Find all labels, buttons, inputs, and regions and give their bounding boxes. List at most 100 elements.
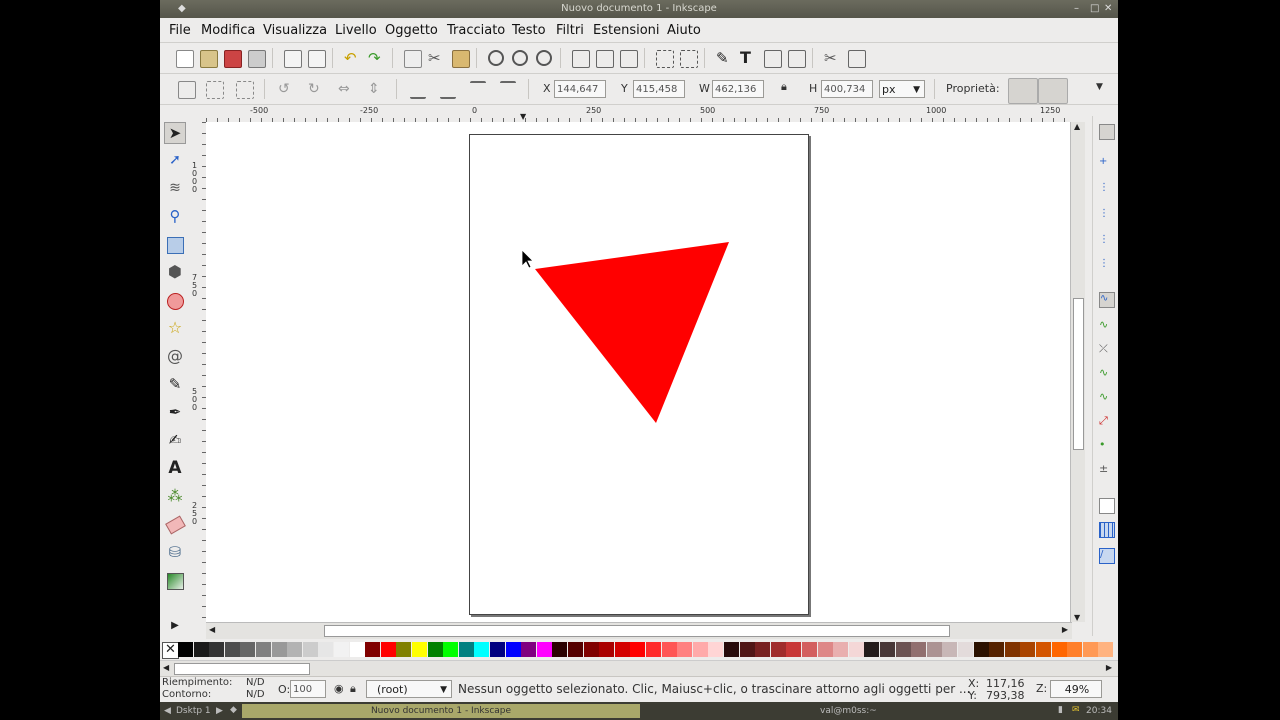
horizontal-scrollbar[interactable]: ◀ ▶ [206,622,1072,639]
color-swatch[interactable] [895,642,911,657]
snap-smooth-nodes-icon[interactable]: ∿ [1099,390,1113,404]
scroll-down-icon[interactable]: ▼ [1074,613,1080,622]
snap-grids-icon[interactable] [1099,522,1115,538]
select-all-icon[interactable] [178,81,196,99]
new-document-icon[interactable] [176,50,194,68]
horizontal-scroll-thumb[interactable] [324,625,950,637]
color-swatch[interactable] [802,642,817,657]
opacity-field[interactable]: 100 [290,680,326,698]
snap-cusp-nodes-icon[interactable]: ∿ [1099,366,1113,380]
palette-scroll-right-icon[interactable]: ▶ [1106,663,1112,672]
color-swatch[interactable] [193,642,209,657]
unit-select[interactable]: px ▼ [879,80,925,98]
color-swatch[interactable] [583,642,599,657]
color-swatch[interactable] [474,642,490,657]
text-tool-icon[interactable]: A [164,458,186,480]
color-swatch[interactable] [287,642,303,657]
palette-scrollbar[interactable]: ◀ ▶ [160,660,1118,677]
raise-to-top-icon[interactable] [500,81,516,99]
star-tool-icon[interactable]: ☆ [164,318,186,340]
color-swatch[interactable] [271,642,287,657]
color-swatch[interactable] [973,642,989,657]
maximize-icon[interactable]: □ [1090,0,1099,17]
color-swatch[interactable] [349,642,365,657]
color-swatch[interactable] [911,642,927,657]
drawing-canvas[interactable] [206,122,1070,622]
flip-horizontal-icon[interactable]: ⇔ [338,81,354,97]
window-menu-icon[interactable]: ◆ [178,0,186,17]
color-swatch[interactable] [505,642,521,657]
color-swatch[interactable] [708,642,724,657]
y-field[interactable]: 415,458 [633,80,685,98]
snap-bbox-midpoint-icon[interactable]: ⋮ [1099,234,1113,248]
spiral-tool-icon[interactable]: @ [164,346,186,368]
snap-intersections-icon[interactable]: ⤫ [1099,342,1113,356]
color-swatch[interactable] [755,642,771,657]
lower-to-bottom-icon[interactable] [410,81,426,99]
color-swatch[interactable] [552,642,568,657]
gradient-tool-icon[interactable] [164,570,186,592]
color-swatch[interactable] [380,642,396,657]
color-swatch[interactable] [786,642,802,657]
pen-tool-icon[interactable]: ✒ [164,402,186,424]
color-swatch[interactable] [1067,642,1083,657]
node-tool-icon[interactable]: ➚ [164,150,186,172]
snap-guides-icon[interactable]: / [1099,548,1115,564]
align-distribute-icon[interactable] [788,50,806,68]
color-swatch[interactable] [302,642,318,657]
color-swatch[interactable] [240,642,256,657]
redo-icon[interactable]: ↷ [368,50,384,66]
menu-oggetto[interactable]: Oggetto [385,23,438,38]
color-swatch[interactable] [1098,642,1114,657]
scale-corners-toggle[interactable] [1038,78,1068,104]
paint-bucket-tool-icon[interactable]: ⛁ [164,542,186,564]
snap-rotation-centers-icon[interactable]: ± [1099,462,1113,476]
no-paint-swatch[interactable]: ✕ [162,642,179,659]
color-swatch[interactable] [880,642,895,657]
more-tools-icon[interactable]: ▶ [164,616,186,638]
color-swatch[interactable] [942,642,958,657]
xml-editor-icon[interactable] [764,50,782,68]
zoom-page-icon[interactable] [536,50,552,66]
color-swatch[interactable] [848,642,864,657]
color-swatch[interactable] [614,642,630,657]
color-swatch[interactable] [1082,642,1098,657]
color-swatch[interactable] [490,642,505,657]
menu-livello[interactable]: Livello [335,23,377,38]
cut-icon[interactable]: ✂ [428,50,444,66]
ungroup-icon[interactable] [680,50,698,68]
snap-paths-icon[interactable]: ∿ [1099,318,1113,332]
color-swatch[interactable] [646,642,661,657]
menu-aiuto[interactable]: Aiuto [667,23,701,38]
menu-estensioni[interactable]: Estensioni [593,23,660,38]
snap-bbox-edge-icon[interactable]: ⋮ [1099,182,1113,196]
minimize-icon[interactable]: – [1074,0,1079,17]
more-options-icon[interactable]: ▼ [1096,82,1103,92]
color-swatch[interactable] [599,642,615,657]
vertical-scrollbar[interactable]: ▲ ▼ [1070,122,1085,622]
color-swatch[interactable] [926,642,942,657]
fill-value[interactable]: N/D [246,677,265,688]
menu-file[interactable]: File [169,23,191,38]
rotate-cw-icon[interactable]: ↻ [308,81,324,97]
flip-vertical-icon[interactable]: ⇕ [368,81,384,97]
x-field[interactable]: 144,647 [554,80,606,98]
palette-scroll-left-icon[interactable]: ◀ [163,663,169,672]
h-field[interactable]: 400,734 [821,80,873,98]
color-swatch[interactable] [224,642,240,657]
color-swatch[interactable] [568,642,583,657]
color-swatch[interactable] [178,642,193,657]
color-swatch[interactable] [724,642,739,657]
layer-lock-icon[interactable]: 🔒︎ [350,682,356,696]
color-swatch[interactable] [989,642,1005,657]
color-swatch[interactable] [536,642,552,657]
open-icon[interactable] [200,50,218,68]
color-swatch[interactable] [458,642,474,657]
zoom-drawing-icon[interactable] [512,50,528,66]
menu-tracciato[interactable]: Tracciato [447,23,505,38]
color-swatch[interactable] [412,642,427,657]
preferences-icon[interactable]: ✂ [824,50,840,66]
select-all-layers-icon[interactable] [206,81,224,99]
color-swatch[interactable] [770,642,786,657]
layer-visibility-icon[interactable]: ◉ [334,682,344,695]
